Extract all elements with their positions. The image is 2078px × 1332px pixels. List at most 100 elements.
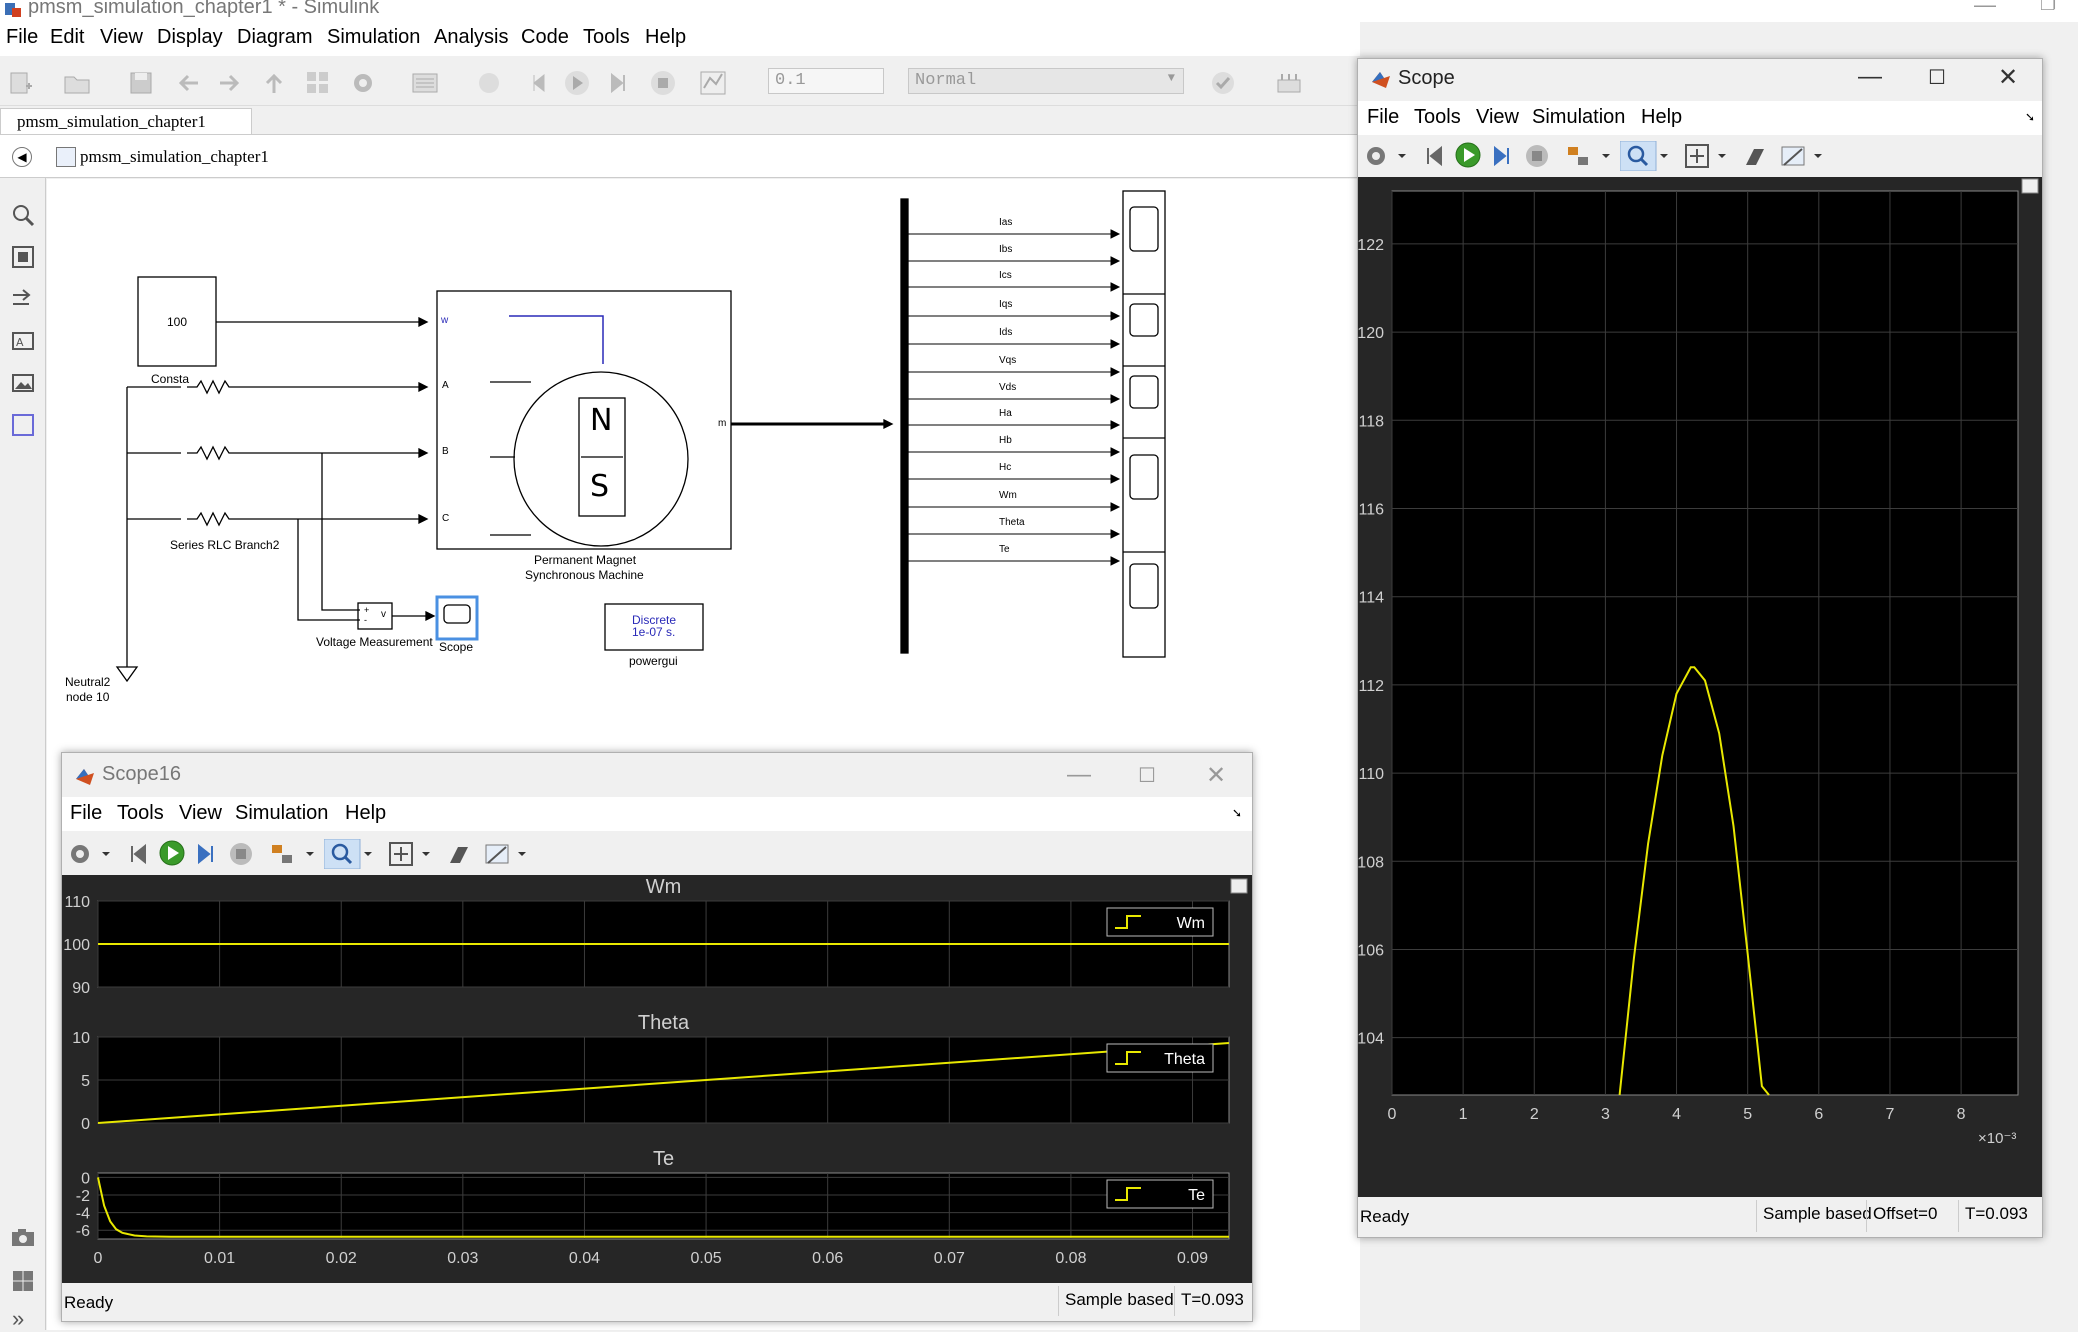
scope16-plot-area[interactable]: 90 100 110 Wm Wm 0 5 10 Theta Theta 0 -2 -4 -6 0 0.01 0.… [62,875,1252,1283]
step-back-icon[interactable] [474,68,504,98]
x-tick-label: 0.01 [204,1250,235,1267]
menu-help[interactable]: Help [645,26,686,49]
menu-diagram[interactable]: Diagram [237,26,313,49]
stop-time-input[interactable]: 0.1 [768,68,884,94]
bus-signal-label: Vds [999,382,1017,393]
scope-measurements-icon[interactable] [1780,143,1826,169]
scope-highlight-block-icon[interactable] [1566,143,1612,169]
annotation-icon[interactable]: A [10,328,36,354]
scope-rewind-icon[interactable] [1420,143,1446,169]
model-tab[interactable]: pmsm_simulation_chapter1 [0,108,252,134]
y-tick-label: 118 [1358,413,1384,430]
menu-view[interactable]: View [100,26,143,49]
rotor-s-label: S [590,469,610,504]
simulation-mode-select[interactable]: Normal ▼ [908,68,1184,94]
scope-autoscale-icon[interactable] [1684,143,1730,169]
hide-browser-icon[interactable]: ◀ [12,147,32,167]
scope16-highlight-block-icon[interactable] [270,841,316,867]
build-icon[interactable] [1274,68,1304,98]
scope-step-forward-icon[interactable] [1490,143,1516,169]
scope16-close-icon[interactable]: ✕ [1206,761,1226,790]
scope-zoom-icon[interactable] [1620,141,1670,171]
menu-analysis[interactable]: Analysis [434,26,508,49]
signal-viewer-icon[interactable] [698,68,728,98]
scope-close-icon[interactable]: ✕ [1998,63,2018,92]
bus-signal-arrow [1110,556,1121,566]
bus-signal-label: Ibs [999,244,1013,255]
scope16-autoscale-icon[interactable] [388,841,434,867]
expand-palette-icon[interactable]: » [12,1306,24,1332]
scope16-rewind-icon[interactable] [124,841,150,867]
x-tick-label: 0.02 [326,1250,357,1267]
grid-icon[interactable] [10,1268,36,1294]
scope-stop-icon[interactable] [1524,143,1550,169]
matlab-icon [76,769,94,785]
stop-icon[interactable] [648,68,678,98]
zoom-icon[interactable] [10,202,36,228]
scope16-step-forward-icon[interactable] [194,841,220,867]
breadcrumb-bar: ◀ pmsm_simulation_chapter1 [0,134,1360,178]
bus-signal-label: Hc [999,462,1012,473]
forward-arrow-icon[interactable] [214,68,244,98]
scope16-minimize-icon[interactable]: — [1067,761,1091,789]
menu-tools[interactable]: Tools [583,26,630,49]
scope16-settings-icon[interactable] [68,841,112,867]
save-icon[interactable] [126,68,156,98]
new-model-icon[interactable] [6,68,36,98]
scope-plot-area[interactable]: 104 106 108 110 112 114 116 118 120 122 0 1 2 3 4 5 6 7 8 ×… [1357,177,2042,1197]
open-folder-icon[interactable] [62,68,92,98]
scope-dock-arrow-icon[interactable]: ➘ [2025,110,2035,124]
scope16-menu-tools[interactable]: Tools [117,802,164,825]
image-icon[interactable] [10,370,36,396]
step-forward-icon[interactable] [604,68,634,98]
scope16-run-icon[interactable] [158,839,186,867]
scope-menu-file[interactable]: File [1367,106,1399,129]
scope16-restore-layout-icon[interactable] [446,841,472,867]
scope-run-icon[interactable] [1454,141,1482,169]
menu-simulation[interactable]: Simulation [327,26,420,49]
scope-maximize-icon[interactable]: ☐ [1928,65,1946,90]
scope16-menu-help[interactable]: Help [345,802,386,825]
dock-arrow-icon[interactable]: ➘ [1232,806,1242,820]
scope-column [1122,190,1166,658]
minimize-icon[interactable]: — [1974,0,1996,18]
menu-edit[interactable]: Edit [50,26,84,49]
menu-file[interactable]: File [6,26,38,49]
breadcrumb[interactable]: pmsm_simulation_chapter1 [80,147,269,167]
scope-offset: Offset=0 [1866,1200,1943,1232]
rewind-icon[interactable] [522,68,552,98]
scope16-measurements-icon[interactable] [484,841,530,867]
y-tick-label: 108 [1358,854,1384,871]
back-arrow-icon[interactable] [174,68,204,98]
library-browser-icon[interactable] [303,68,333,98]
scope-minimize-icon[interactable]: — [1858,63,1882,91]
maximize-icon[interactable]: ❐ [2040,0,2056,15]
scope16-maximize-icon[interactable]: ☐ [1138,763,1156,788]
settings-gear-icon[interactable] [348,68,378,98]
scope16-stop-icon[interactable] [228,841,254,867]
bus-signal-arrow [1110,420,1121,430]
scope-menu-simulation[interactable]: Simulation [1532,106,1625,129]
scope16-menu-view[interactable]: View [179,802,222,825]
scope-menu-view[interactable]: View [1476,106,1519,129]
scope-restore-layout-icon[interactable] [1742,143,1768,169]
model-advisor-icon[interactable] [1208,68,1238,98]
up-arrow-icon[interactable] [259,68,289,98]
fit-to-view-icon[interactable] [10,244,36,270]
scope16-menu-simulation[interactable]: Simulation [235,802,328,825]
x-tick-label: 0.05 [690,1250,721,1267]
route-lines-icon[interactable] [10,286,36,312]
scope16-zoom-icon[interactable] [324,839,374,869]
area-icon[interactable] [10,412,36,438]
bus-signal-arrow [1110,394,1121,404]
model-explorer-icon[interactable] [410,68,440,98]
scope-menu-help[interactable]: Help [1641,106,1682,129]
scope16-menu-file[interactable]: File [70,802,102,825]
camera-icon[interactable] [10,1224,36,1250]
menu-code[interactable]: Code [521,26,569,49]
scope-menu-tools[interactable]: Tools [1414,106,1461,129]
y-tick-label: 0 [81,1170,90,1187]
run-icon[interactable] [562,68,592,98]
scope-settings-icon[interactable] [1364,143,1408,169]
menu-display[interactable]: Display [157,26,223,49]
